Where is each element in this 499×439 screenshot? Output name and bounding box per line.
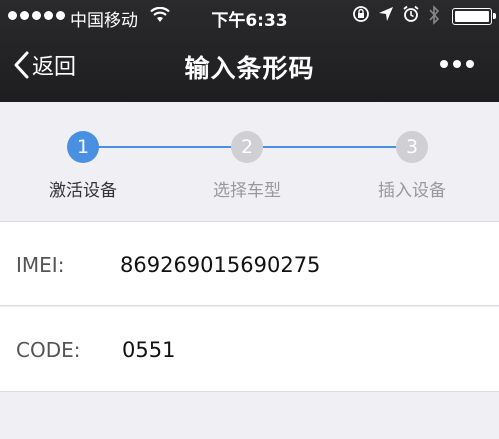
more-options-icon[interactable] [440,60,474,68]
step-connector-1 [96,146,232,148]
progress-stepper: 1 2 3 激活设备 选择车型 插入设备 [0,102,499,220]
alarm-icon [402,5,420,29]
chevron-left-icon [12,50,30,80]
code-row[interactable]: CODE: 0551 [0,307,499,392]
step-1-label: 激活设备 [49,181,117,201]
step-2-label: 选择车型 [213,181,281,201]
bluetooth-icon [428,5,440,29]
step-2-circle: 2 [231,131,263,163]
back-label: 返回 [32,55,77,80]
imei-label: IMEI: [16,253,65,277]
code-field[interactable]: 0551 [122,338,175,362]
rotation-lock-icon [352,5,370,29]
step-1-circle: 1 [67,131,99,163]
imei-field[interactable]: 869269015690275 [120,253,320,277]
step-connector-2 [262,146,396,148]
step-3-circle: 3 [396,131,428,163]
back-button[interactable]: 返回 [12,49,76,81]
top-bar: 中国移动 下午6:33 返回 输入条形码 [0,0,499,102]
navigation-bar: 返回 输入条形码 [0,32,499,102]
battery-icon [452,8,496,25]
imei-row[interactable]: IMEI: 869269015690275 [0,221,499,306]
code-label: CODE: [16,338,81,362]
step-3-label: 插入设备 [378,181,446,201]
status-bar: 中国移动 下午6:33 [0,0,499,32]
location-arrow-icon [378,5,394,29]
